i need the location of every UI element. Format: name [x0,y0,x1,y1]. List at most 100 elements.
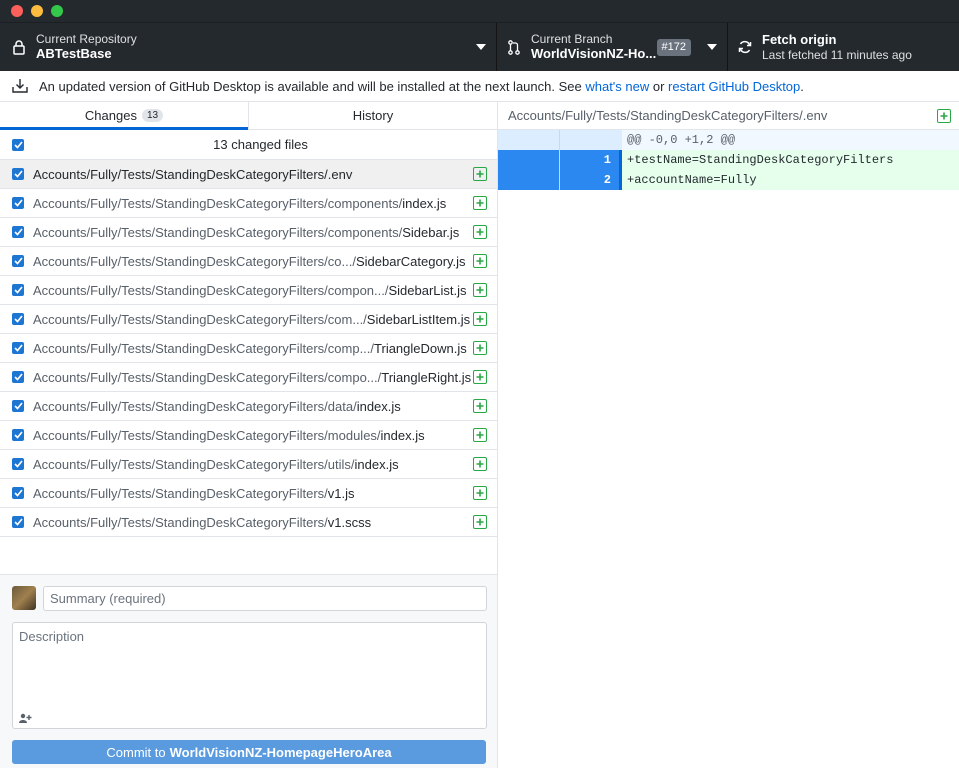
pull-request-icon [507,39,521,55]
file-row[interactable]: Accounts/Fully/Tests/StandingDeskCategor… [0,218,497,247]
file-checkbox[interactable] [12,226,24,238]
file-name: v1.js [327,485,355,501]
file-checkbox[interactable] [12,429,24,441]
diff-line[interactable]: 2 +accountName=Fully [498,170,959,190]
tab-changes[interactable]: Changes 13 [0,102,248,130]
file-checkbox[interactable] [12,168,24,180]
file-added-icon [473,167,487,181]
file-added-icon [937,109,951,123]
last-fetched-text: Last fetched 11 minutes ago [762,48,912,62]
file-row[interactable]: Accounts/Fully/Tests/StandingDeskCategor… [0,334,497,363]
file-dir: Accounts/Fully/Tests/StandingDeskCategor… [33,456,355,472]
file-dir: Accounts/Fully/Tests/StandingDeskCategor… [33,195,403,211]
repository-label: Current Repository [36,32,137,46]
add-coauthor-icon[interactable] [19,712,33,723]
file-checkbox[interactable] [12,516,24,528]
close-window-button[interactable] [11,5,23,17]
file-row[interactable]: Accounts/Fully/Tests/StandingDeskCategor… [0,276,497,305]
banner-or-text: or [649,78,669,94]
file-row[interactable]: Accounts/Fully/Tests/StandingDeskCategor… [0,305,497,334]
changes-count-badge: 13 [141,109,164,122]
file-checkbox[interactable] [12,342,24,354]
hunk-text: @@ -0,0 +1,2 @@ [622,130,959,150]
file-dir: Accounts/Fully/Tests/StandingDeskCategor… [33,340,375,356]
fetch-origin-button[interactable]: Fetch origin Last fetched 11 minutes ago [728,23,959,71]
file-row[interactable]: Accounts/Fully/Tests/StandingDeskCategor… [0,450,497,479]
file-row[interactable]: Accounts/Fully/Tests/StandingDeskCategor… [0,247,497,276]
chevron-down-icon [707,44,717,50]
file-added-icon [473,370,487,384]
update-banner: An updated version of GitHub Desktop is … [0,71,959,102]
fetch-origin-title: Fetch origin [762,32,837,47]
line-text: +accountName=Fully [622,170,959,190]
file-row[interactable]: Accounts/Fully/Tests/StandingDeskCategor… [0,508,497,537]
file-added-icon [473,312,487,326]
changed-files-list: Accounts/Fully/Tests/StandingDeskCategor… [0,160,497,537]
file-row[interactable]: Accounts/Fully/Tests/StandingDeskCategor… [0,363,497,392]
file-dir: Accounts/Fully/Tests/StandingDeskCategor… [33,253,356,269]
file-path: Accounts/Fully/Tests/StandingDeskCategor… [33,486,355,501]
file-path: Accounts/Fully/Tests/StandingDeskCategor… [33,457,399,472]
file-dir: Accounts/Fully/Tests/StandingDeskCategor… [33,369,382,385]
diff-view: @@ -0,0 +1,2 @@ 1 +testName=StandingDesk… [498,130,959,190]
file-row[interactable]: Accounts/Fully/Tests/StandingDeskCategor… [0,479,497,508]
diff-file-path: Accounts/Fully/Tests/StandingDeskCategor… [508,108,828,123]
diff-file-header: Accounts/Fully/Tests/StandingDeskCategor… [498,102,959,130]
tab-bar: Changes 13 History [0,102,497,130]
description-field[interactable] [12,622,487,729]
diff-line[interactable]: 1 +testName=StandingDeskCategoryFilters [498,150,959,170]
tab-history[interactable]: History [248,102,497,129]
file-added-icon [473,283,487,297]
line-number[interactable]: 1 [560,150,622,170]
file-checkbox[interactable] [12,371,24,383]
file-row[interactable]: Accounts/Fully/Tests/StandingDeskCategor… [0,421,497,450]
file-checkbox[interactable] [12,284,24,296]
branch-label: Current Branch [531,32,613,46]
file-name: index.js [402,195,447,211]
changed-files-count: 13 changed files [213,137,308,152]
select-all-checkbox[interactable] [12,138,24,151]
restart-link[interactable]: restart GitHub Desktop [668,79,800,94]
file-row[interactable]: Accounts/Fully/Tests/StandingDeskCategor… [0,189,497,218]
file-path: Accounts/Fully/Tests/StandingDeskCategor… [33,370,471,385]
sync-icon [738,39,752,55]
commit-button[interactable]: Commit to WorldVisionNZ-HomepageHeroArea [12,740,486,764]
whats-new-link[interactable]: what's new [585,79,649,94]
current-branch-button[interactable]: Current Branch WorldVisionNZ-Ho... #172 [497,23,728,71]
diff-hunk-header: @@ -0,0 +1,2 @@ [498,130,959,150]
file-row[interactable]: Accounts/Fully/Tests/StandingDeskCategor… [0,160,497,189]
file-name: TriangleDown.js [374,340,467,356]
file-checkbox[interactable] [12,487,24,499]
tab-history-label: History [352,108,394,123]
main-area: Changes 13 History 13 changed files Acco… [0,102,959,768]
banner-text: An updated version of GitHub Desktop is … [39,78,586,94]
maximize-window-button[interactable] [51,5,63,17]
file-path: Accounts/Fully/Tests/StandingDeskCategor… [33,428,425,443]
file-path: Accounts/Fully/Tests/StandingDeskCategor… [33,254,466,269]
changed-files-header: 13 changed files [0,130,497,160]
file-name: SidebarListItem.js [366,311,471,327]
file-path: Accounts/Fully/Tests/StandingDeskCategor… [33,312,470,327]
repository-name: ABTestBase [36,46,112,61]
chevron-down-icon [476,44,486,50]
file-checkbox[interactable] [12,313,24,325]
file-path: Accounts/Fully/Tests/StandingDeskCategor… [33,515,371,530]
pull-request-badge[interactable]: #172 [656,39,691,56]
file-row[interactable]: Accounts/Fully/Tests/StandingDeskCategor… [0,392,497,421]
line-number[interactable]: 2 [560,170,622,190]
summary-input[interactable] [43,585,487,611]
file-checkbox[interactable] [12,255,24,267]
file-checkbox[interactable] [12,458,24,470]
file-name: v1.scss [327,514,372,530]
branch-name: WorldVisionNZ-Ho... [531,46,657,61]
file-added-icon [473,486,487,500]
commit-panel: Commit to WorldVisionNZ-HomepageHeroArea [0,574,497,768]
commit-button-branch: WorldVisionNZ-HomepageHeroArea [169,744,392,760]
description-input[interactable] [13,623,486,708]
file-checkbox[interactable] [12,400,24,412]
current-repository-button[interactable]: Current Repository ABTestBase [0,23,497,71]
minimize-window-button[interactable] [31,5,43,17]
changes-sidebar: Changes 13 History 13 changed files Acco… [0,102,498,768]
file-dir: Accounts/Fully/Tests/StandingDeskCategor… [33,282,389,298]
file-checkbox[interactable] [12,197,24,209]
